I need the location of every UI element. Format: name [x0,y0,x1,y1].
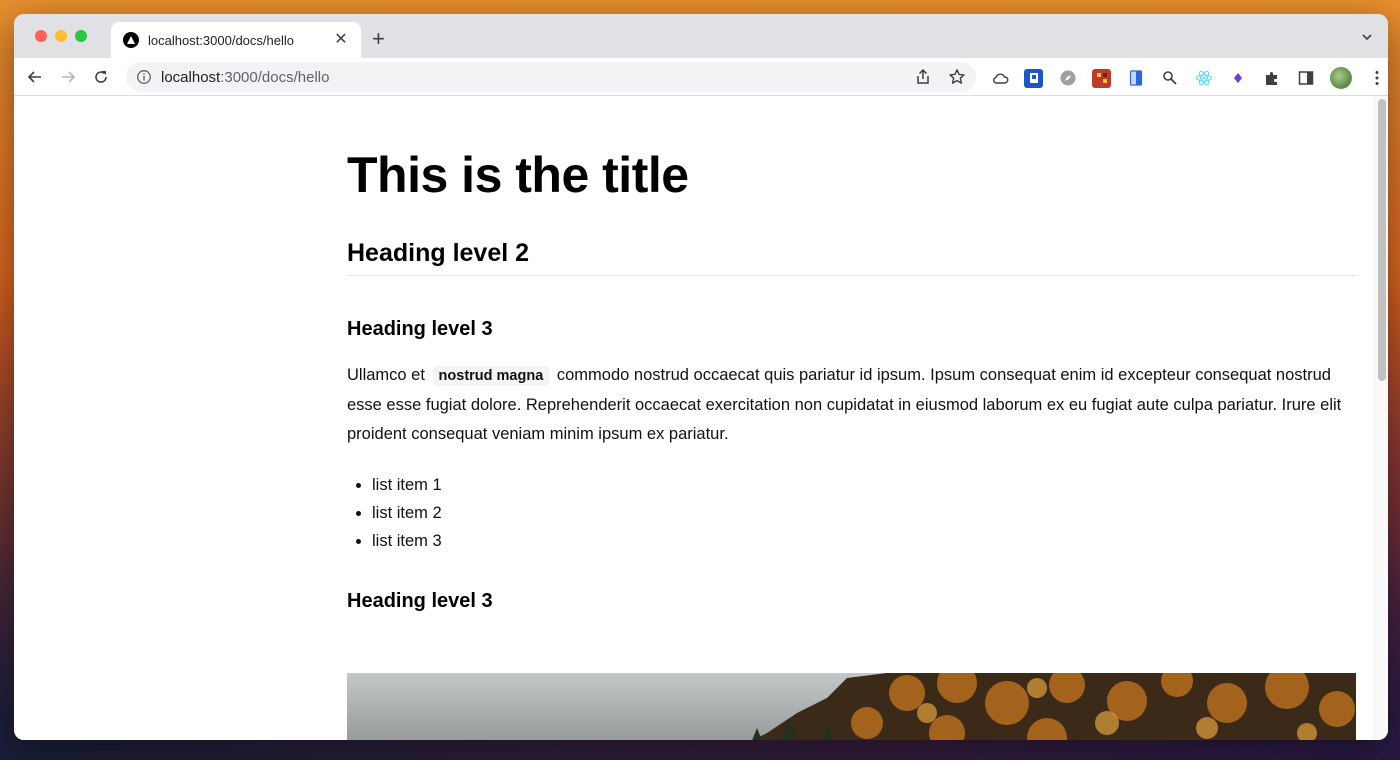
list-item: list item 2 [372,499,442,527]
compass-icon[interactable] [1058,69,1077,88]
heading-level-2: Heading level 2 [347,239,530,267]
page-title: This is the title [347,147,689,203]
share-icon[interactable] [914,68,932,86]
document-icon[interactable] [1126,69,1145,88]
forward-button[interactable] [56,65,80,89]
tab-strip: localhost:3000/docs/hello ✕ + [14,14,1388,58]
landscape-image [347,673,1356,740]
page-viewport: This is the title Heading level 2 Headin… [14,96,1388,740]
extension-red-icon[interactable] [1092,68,1111,88]
heading-level-3-first: Heading level 3 [347,318,493,340]
url-host: localhost [161,68,221,86]
kebab-menu-icon[interactable] [1367,69,1386,88]
reload-icon [95,70,107,83]
tab-title: localhost:3000/docs/hello [148,32,294,48]
browser-window: localhost:3000/docs/hello ✕ + localhost:… [14,14,1388,740]
bullet-list: list item 1 list item 2 list item 3 [372,471,442,555]
paragraph-text-before: Ullamco et [347,366,425,384]
minimize-window-button[interactable] [55,30,67,42]
url-path: :3000/docs/hello [220,68,330,86]
close-tab-icon[interactable]: ✕ [333,32,349,48]
inline-code: nostrud magna [432,366,550,386]
heading-level-3-second: Heading level 3 [347,590,493,612]
address-bar[interactable]: localhost:3000/docs/hello [126,62,976,92]
react-icon[interactable] [1194,69,1213,88]
list-item: list item 1 [372,471,442,499]
body-paragraph: Ullamco et nostrud magna commodo nostrud… [347,361,1359,449]
arrow-right-icon [62,70,76,83]
list-item: list item 3 [372,527,442,555]
extensions-toolbar [990,67,1386,89]
puzzle-icon[interactable] [1262,69,1281,88]
star-bookmark-icon[interactable] [948,68,966,86]
side-panel-icon[interactable] [1296,69,1315,88]
new-tab-button[interactable]: + [372,28,385,50]
close-window-button[interactable] [35,30,47,42]
active-tab[interactable]: localhost:3000/docs/hello ✕ [111,22,361,58]
magnifier-icon[interactable] [1160,69,1179,88]
window-controls [35,30,87,42]
diamond-icon[interactable] [1228,69,1247,88]
cloud-icon[interactable] [990,69,1009,88]
profile-avatar[interactable] [1330,67,1352,89]
back-button[interactable] [23,65,47,89]
info-icon[interactable] [136,69,152,85]
chevron-down-icon[interactable] [1360,30,1374,44]
extension-blue-icon[interactable] [1024,68,1043,88]
arrow-left-icon [27,70,41,83]
scrollbar-thumb[interactable] [1378,99,1386,381]
maximize-window-button[interactable] [75,30,87,42]
vertical-scrollbar[interactable] [1374,96,1388,740]
triangle-logo-icon [123,32,139,48]
heading-divider [347,275,1356,276]
browser-toolbar: localhost:3000/docs/hello [14,58,1388,96]
reload-button[interactable] [89,65,113,89]
